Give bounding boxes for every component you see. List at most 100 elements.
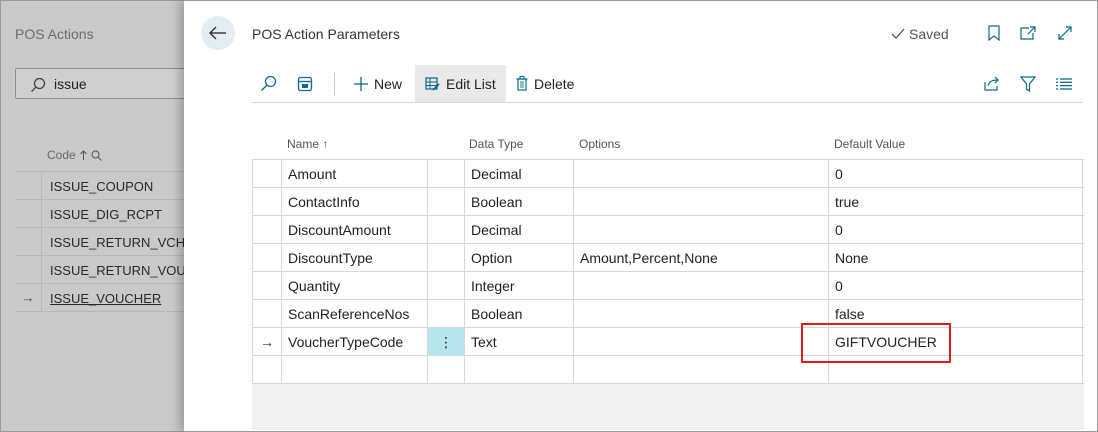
filter-search-icon[interactable] [91, 150, 102, 161]
toolbar: New Edit List Delete [252, 65, 1083, 103]
back-button[interactable] [201, 16, 235, 50]
row-selector[interactable]: → [252, 328, 281, 356]
row-actions-menu-button[interactable]: ⋮ [427, 328, 464, 356]
table-row[interactable]: DiscountAmount Decimal 0 [252, 216, 1084, 244]
data-type-cell[interactable]: Decimal [464, 160, 573, 188]
list-item[interactable]: ISSUE_COUPON [15, 172, 205, 200]
code-value[interactable]: ISSUE_RETURN_VCHR_ [50, 235, 202, 250]
data-type-cell[interactable]: Option [464, 244, 573, 272]
table-row[interactable]: → VoucherTypeCode ⋮ Text GIFTVOUCHER [252, 328, 1084, 356]
data-type-cell[interactable]: Boolean [464, 300, 573, 328]
name-cell[interactable] [281, 356, 427, 384]
options-cell[interactable] [573, 188, 828, 216]
options-cell[interactable] [573, 328, 828, 356]
filter-button[interactable] [1020, 65, 1036, 102]
dialog-title: POS Action Parameters [252, 26, 400, 42]
data-type-cell[interactable]: Boolean [464, 188, 573, 216]
name-column-header[interactable]: Name ↑ [287, 137, 328, 151]
options-cell[interactable] [573, 300, 828, 328]
arrow-left-icon [209, 26, 226, 40]
table-row[interactable]: Amount Decimal 0 [252, 160, 1084, 188]
table-row[interactable]: ContactInfo Boolean true [252, 188, 1084, 216]
row-selector[interactable] [252, 356, 281, 384]
code-value[interactable]: ISSUE_RETURN_VOUC [50, 263, 195, 278]
table-row[interactable]: ScanReferenceNos Boolean false [252, 300, 1084, 328]
name-cell[interactable]: ScanReferenceNos [281, 300, 427, 328]
code-column-header[interactable]: Code [47, 148, 102, 162]
row-actions-cell[interactable] [427, 160, 464, 188]
list-item[interactable]: ISSUE_RETURN_VCHR_ [15, 228, 205, 256]
data-type-cell[interactable]: Integer [464, 272, 573, 300]
row-selector[interactable] [15, 200, 42, 227]
options-column-header[interactable]: Options [579, 137, 620, 151]
open-new-window-button[interactable] [1018, 23, 1038, 43]
table-row[interactable]: DiscountType Option Amount,Percent,None … [252, 244, 1084, 272]
list-view-button[interactable] [1056, 65, 1072, 102]
data-type-column-header[interactable]: Data Type [469, 137, 523, 151]
bookmark-button[interactable] [984, 23, 1004, 43]
name-cell[interactable]: Quantity [281, 272, 427, 300]
name-cell[interactable]: ContactInfo [281, 188, 427, 216]
table-row[interactable] [252, 356, 1084, 384]
list-item[interactable]: ISSUE_RETURN_VOUC [15, 256, 205, 284]
row-actions-cell[interactable] [427, 244, 464, 272]
data-type-cell[interactable]: Decimal [464, 216, 573, 244]
search-input[interactable]: issue [15, 68, 205, 99]
default-value-column-header[interactable]: Default Value [834, 137, 905, 151]
delete-button[interactable]: Delete [516, 65, 574, 102]
table-row[interactable]: Quantity Integer 0 [252, 272, 1084, 300]
default-value-cell[interactable]: 0 [828, 272, 1083, 300]
row-selector[interactable] [252, 244, 281, 272]
parameters-grid: Name ↑ Data Type Options Default Value A… [252, 131, 1084, 430]
delete-label: Delete [534, 75, 575, 92]
list-item[interactable]: ISSUE_DIG_RCPT [15, 200, 205, 228]
code-value[interactable]: ISSUE_DIG_RCPT [50, 207, 162, 222]
new-button[interactable]: New [354, 65, 402, 102]
options-cell[interactable] [573, 356, 828, 384]
code-value[interactable]: ISSUE_COUPON [50, 179, 153, 194]
filter-icon [1020, 75, 1036, 92]
share-button[interactable] [984, 65, 1000, 102]
row-selector[interactable]: → [15, 284, 42, 311]
row-selector[interactable] [252, 188, 281, 216]
default-value-cell[interactable]: true [828, 188, 1083, 216]
row-actions-cell[interactable] [427, 300, 464, 328]
row-selector[interactable] [15, 228, 42, 255]
default-value-cell[interactable]: None [828, 244, 1083, 272]
edit-list-button[interactable]: Edit List [415, 65, 506, 102]
row-selector[interactable] [252, 300, 281, 328]
data-type-cell[interactable] [464, 356, 573, 384]
row-actions-cell[interactable] [427, 272, 464, 300]
sort-ascending-icon [79, 150, 87, 160]
options-cell[interactable] [573, 160, 828, 188]
default-value-cell[interactable]: 0 [828, 216, 1083, 244]
name-cell[interactable]: DiscountAmount [281, 216, 427, 244]
row-selector[interactable] [252, 216, 281, 244]
page-title: POS Actions [15, 26, 94, 42]
name-cell[interactable]: DiscountType [281, 244, 427, 272]
row-selector[interactable] [15, 256, 42, 283]
options-cell[interactable] [573, 216, 828, 244]
options-cell[interactable] [573, 272, 828, 300]
list-item[interactable]: → ISSUE_VOUCHER [15, 284, 205, 312]
highlight-box [801, 323, 951, 363]
saved-status: Saved [891, 26, 949, 42]
search-value: issue [54, 76, 87, 92]
options-cell[interactable]: Amount,Percent,None [573, 244, 828, 272]
personalize-button[interactable] [297, 65, 313, 102]
sort-ascending-icon: ↑ [322, 137, 329, 151]
row-selector[interactable] [252, 272, 281, 300]
row-selector[interactable] [252, 160, 281, 188]
data-type-cell[interactable]: Text [464, 328, 573, 356]
expand-button[interactable] [1055, 23, 1075, 43]
row-actions-cell[interactable] [427, 356, 464, 384]
row-selector[interactable] [15, 172, 42, 199]
search-button[interactable] [260, 65, 277, 102]
name-cell[interactable]: VoucherTypeCode [281, 328, 427, 356]
row-actions-cell[interactable] [427, 188, 464, 216]
name-cell[interactable]: Amount [281, 160, 427, 188]
layout-icon [297, 76, 313, 91]
row-actions-cell[interactable] [427, 216, 464, 244]
code-value[interactable]: ISSUE_VOUCHER [50, 291, 161, 306]
default-value-cell[interactable]: 0 [828, 160, 1083, 188]
